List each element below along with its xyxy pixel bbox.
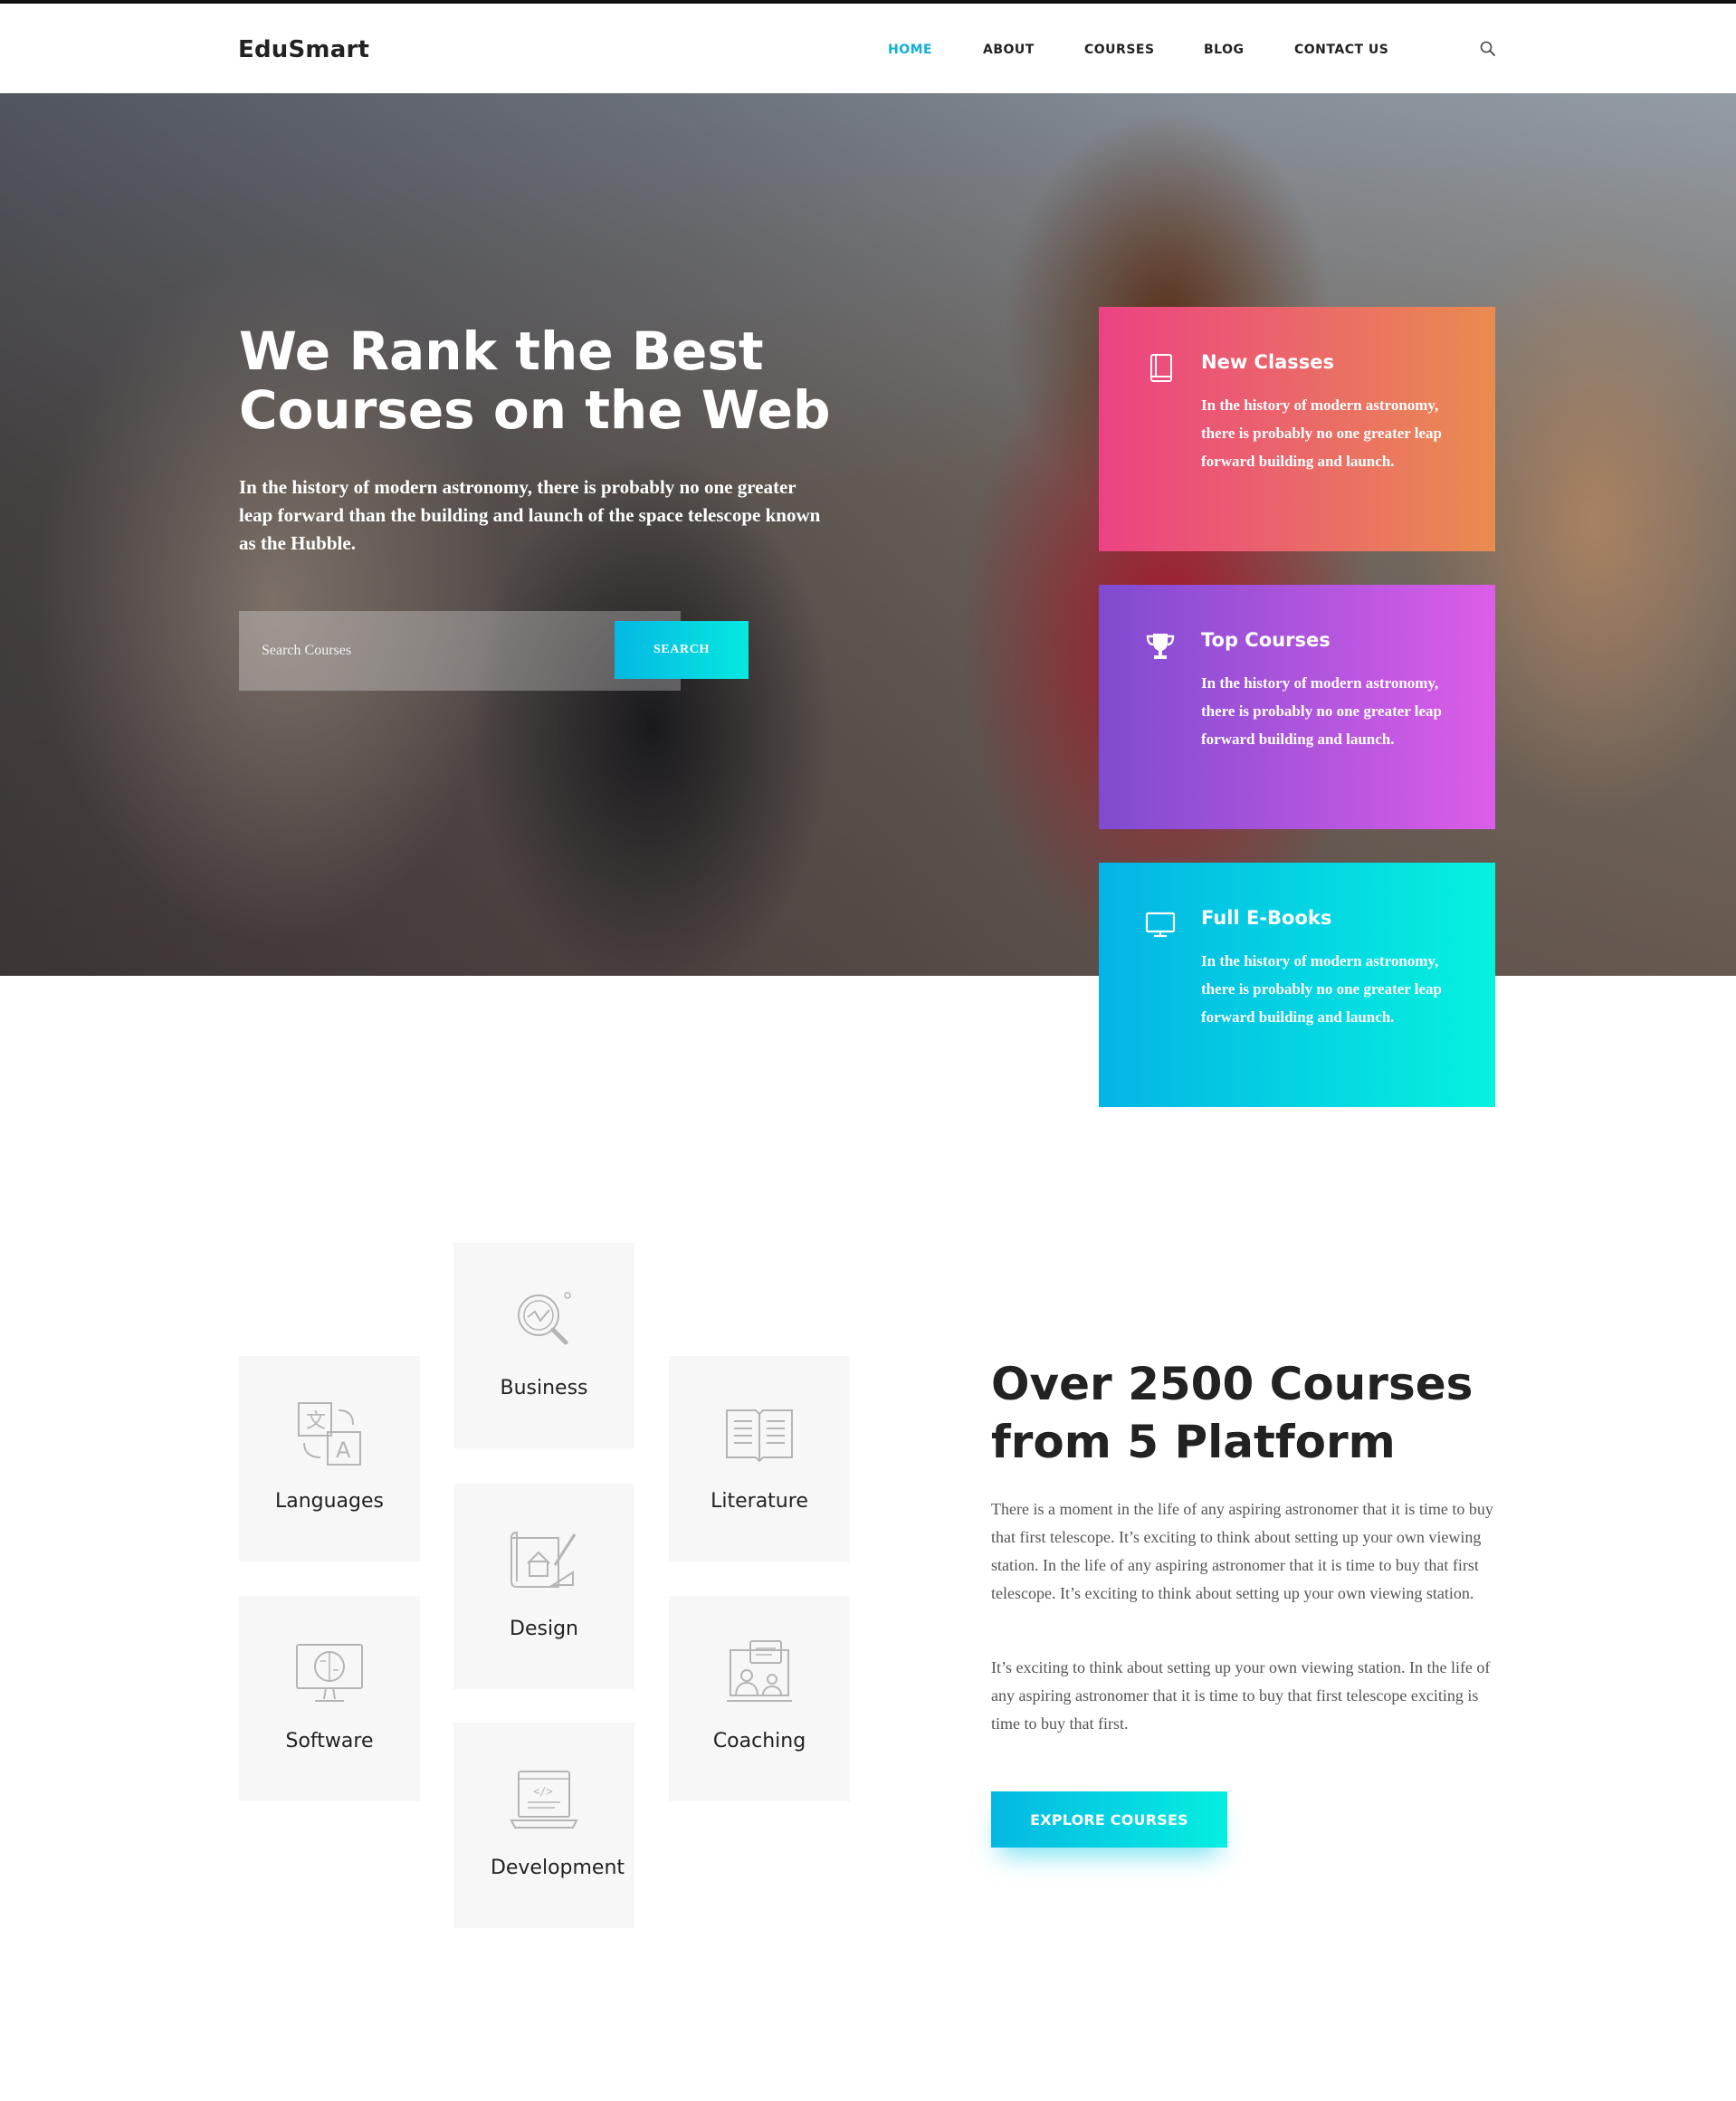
svg-text:文: 文: [306, 1410, 326, 1433]
presentation-icon: [727, 1640, 792, 1702]
category-tile-coaching[interactable]: Coaching: [669, 1596, 850, 1801]
nav-about[interactable]: ABOUT: [983, 43, 1035, 57]
category-tile-business[interactable]: Business: [453, 1243, 634, 1448]
nav-courses[interactable]: COURSES: [1084, 43, 1155, 57]
courses-section-paragraph-2: It’s exciting to think about setting up …: [991, 1658, 1491, 1733]
code-laptop-icon: </>: [510, 1771, 578, 1829]
category-label: Design: [510, 1618, 578, 1640]
category-label: Literature: [711, 1490, 808, 1513]
feature-card-top-courses[interactable]: Top Courses In the history of modern ast…: [1099, 585, 1495, 829]
category-tile-literature[interactable]: Literature: [669, 1356, 850, 1561]
feature-text: In the history of modern astronomy, ther…: [1201, 674, 1443, 748]
courses-section-paragraph-1: There is a moment in the life of any asp…: [991, 1500, 1493, 1602]
category-label: Business: [500, 1377, 588, 1399]
search-icon[interactable]: [1479, 40, 1497, 58]
category-tile-software[interactable]: Software: [239, 1596, 420, 1801]
translate-icon: 文 A: [298, 1402, 361, 1466]
analytics-magnifier-icon: [518, 1292, 571, 1345]
hero-title: We Rank the Best Courses on the Web: [239, 320, 831, 441]
trophy-icon: [1146, 634, 1175, 659]
hero-text: In the history of modern astronomy, ther…: [239, 476, 821, 554]
category-label: Languages: [274, 1490, 385, 1513]
book-icon: [1150, 354, 1172, 382]
category-tile-languages[interactable]: 文 A Languages: [239, 1356, 420, 1561]
feature-text: In the history of modern astronomy, ther…: [1201, 396, 1443, 470]
search-button[interactable]: SEARCH: [615, 621, 749, 679]
svg-text:A: A: [336, 1437, 351, 1463]
feature-card-new-classes[interactable]: New Classes In the history of modern ast…: [1099, 307, 1495, 551]
nav-home[interactable]: HOME: [888, 43, 932, 57]
open-book-icon: [726, 1409, 793, 1463]
blueprint-icon: [510, 1531, 577, 1588]
chip-monitor-icon: [296, 1644, 363, 1702]
monitor-icon: [1145, 912, 1176, 938]
feature-card-full-ebooks[interactable]: Full E-Books In the history of modern as…: [1099, 863, 1495, 1107]
svg-text:</>: </>: [533, 1785, 553, 1798]
category-label: Software: [285, 1730, 374, 1752]
category-label: Coaching: [712, 1730, 806, 1752]
feature-title: New Classes: [1201, 351, 1335, 373]
courses-section-title: Over 2500 Courses from 5 Platform: [991, 1358, 1474, 1468]
feature-title: Full E-Books: [1201, 907, 1332, 929]
category-tile-design[interactable]: Design: [453, 1484, 634, 1689]
nav-blog[interactable]: BLOG: [1204, 43, 1245, 57]
feature-title: Top Courses: [1201, 629, 1331, 651]
category-tile-development[interactable]: </> Development: [453, 1723, 634, 1928]
category-label: Development: [490, 1857, 625, 1879]
site-header: EduSmart HOME ABOUT COURSES BLOG CONTACT…: [0, 4, 1736, 93]
explore-courses-button[interactable]: EXPLORE COURSES: [991, 1791, 1227, 1848]
course-search-input[interactable]: [239, 611, 615, 691]
nav-contact-us[interactable]: CONTACT US: [1294, 43, 1388, 57]
feature-text: In the history of modern astronomy, ther…: [1201, 952, 1443, 1026]
site-logo[interactable]: EduSmart: [238, 36, 369, 63]
